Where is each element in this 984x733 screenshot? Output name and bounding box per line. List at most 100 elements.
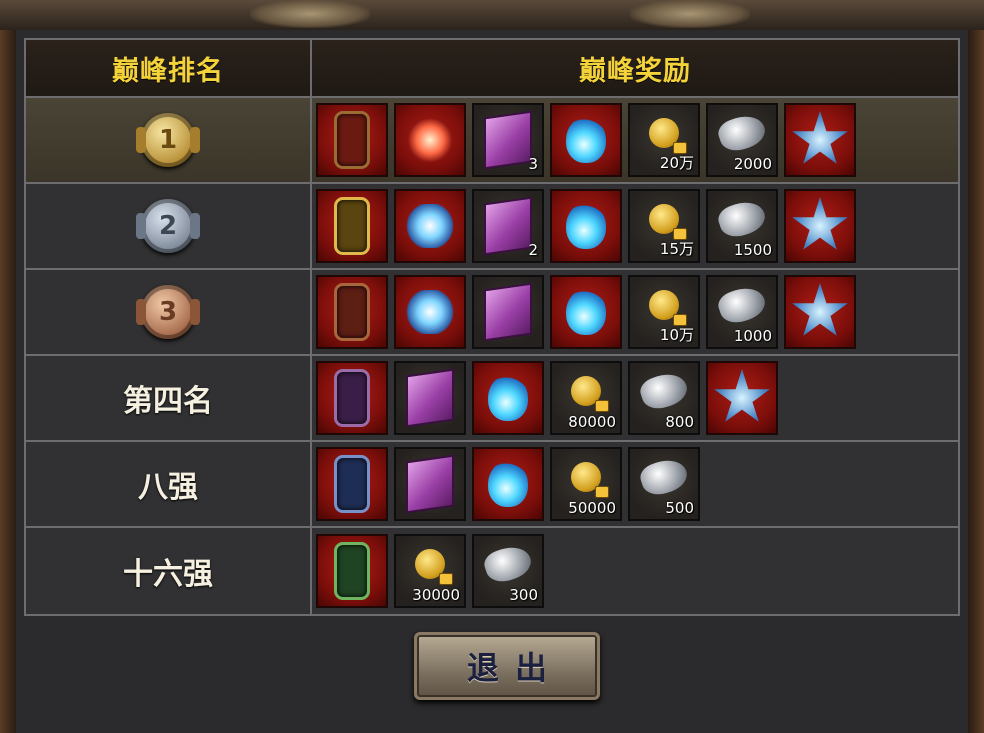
reward-slot[interactable] bbox=[472, 275, 544, 349]
window-top-frame bbox=[0, 0, 984, 32]
reward-slot[interactable]: 10万 bbox=[628, 275, 700, 349]
reward-slot[interactable] bbox=[472, 361, 544, 435]
silver-ore-icon bbox=[637, 368, 691, 414]
blue-flame-icon bbox=[566, 203, 606, 249]
wing-blue-icon bbox=[404, 290, 456, 334]
reward-slot[interactable] bbox=[784, 275, 856, 349]
silver-ore-icon bbox=[715, 110, 769, 156]
rank-cell: 第四名 bbox=[26, 356, 312, 440]
purple-chest-icon bbox=[406, 454, 454, 514]
reward-slot[interactable] bbox=[394, 275, 466, 349]
wing-blue-icon bbox=[404, 204, 456, 248]
gold-medal-icon: 1 bbox=[136, 105, 200, 175]
reward-slot[interactable] bbox=[550, 103, 622, 177]
reward-header: 巅峰奖励 bbox=[579, 55, 691, 87]
reward-quantity: 30000 bbox=[412, 586, 460, 604]
reward-quantity: 500 bbox=[665, 499, 694, 517]
table-row: 十六强 30000 300 bbox=[26, 528, 958, 614]
rank-header-cell: 巅峰排名 bbox=[26, 40, 312, 96]
reward-slot[interactable] bbox=[316, 534, 388, 608]
reward-slot[interactable] bbox=[550, 275, 622, 349]
bound-gold-icon bbox=[415, 549, 453, 585]
window-right-frame bbox=[968, 30, 984, 733]
reward-quantity: 3 bbox=[528, 155, 538, 173]
reward-quantity: 2000 bbox=[733, 155, 772, 173]
title-token-icon bbox=[334, 283, 370, 341]
title-token-icon bbox=[334, 111, 370, 169]
reward-slot[interactable] bbox=[394, 447, 466, 521]
reward-table: 巅峰排名 巅峰奖励 1 3 20万 2000 2 2 15万 1500 3 10万 1000 第四名 8… bbox=[24, 38, 960, 616]
reward-slot[interactable]: 2000 bbox=[706, 103, 778, 177]
reward-slot[interactable] bbox=[784, 103, 856, 177]
reward-header-cell: 巅峰奖励 bbox=[312, 40, 958, 96]
bound-gold-icon bbox=[649, 290, 687, 326]
reward-slot[interactable] bbox=[472, 447, 544, 521]
reward-slot[interactable]: 3 bbox=[472, 103, 544, 177]
reward-slot[interactable]: 800 bbox=[628, 361, 700, 435]
reward-quantity: 20万 bbox=[659, 154, 694, 172]
title-token-icon bbox=[334, 455, 370, 513]
window-left-frame bbox=[0, 30, 16, 733]
rank-number: 2 bbox=[141, 199, 195, 253]
reward-slot[interactable] bbox=[316, 361, 388, 435]
table-row: 3 10万 1000 bbox=[26, 270, 958, 356]
reward-slot[interactable] bbox=[784, 189, 856, 263]
table-row: 第四名 80000 800 bbox=[26, 356, 958, 442]
reward-slot[interactable]: 80000 bbox=[550, 361, 622, 435]
reward-slot[interactable]: 1000 bbox=[706, 275, 778, 349]
bound-gold-icon bbox=[571, 462, 609, 498]
reward-quantity: 50000 bbox=[568, 499, 616, 517]
reward-slot[interactable]: 300 bbox=[472, 534, 544, 608]
silver-ore-icon bbox=[481, 541, 535, 587]
reward-quantity: 1500 bbox=[733, 241, 772, 259]
exit-button[interactable]: 退出 bbox=[414, 632, 600, 700]
bound-gold-icon bbox=[649, 204, 687, 240]
reward-slot[interactable] bbox=[316, 447, 388, 521]
table-row: 八强 50000 500 bbox=[26, 442, 958, 528]
reward-cell: 3 20万 2000 bbox=[312, 98, 958, 182]
reward-slot[interactable] bbox=[550, 189, 622, 263]
reward-quantity: 10万 bbox=[659, 326, 694, 344]
star-emblem-icon bbox=[714, 369, 770, 422]
silver-medal-icon: 2 bbox=[136, 191, 200, 261]
bound-gold-icon bbox=[571, 376, 609, 412]
wing-red-icon bbox=[404, 118, 456, 162]
reward-slot[interactable]: 50000 bbox=[550, 447, 622, 521]
reward-slot[interactable]: 2 bbox=[472, 189, 544, 263]
reward-quantity: 800 bbox=[665, 413, 694, 431]
reward-slot[interactable] bbox=[706, 361, 778, 435]
reward-cell: 10万 1000 bbox=[312, 270, 958, 354]
purple-chest-icon bbox=[484, 282, 532, 342]
reward-cell: 30000 300 bbox=[312, 528, 958, 614]
lock-icon bbox=[439, 573, 453, 585]
reward-slot[interactable]: 30000 bbox=[394, 534, 466, 608]
purple-chest-icon bbox=[484, 110, 532, 170]
table-row: 2 2 15万 1500 bbox=[26, 184, 958, 270]
reward-slot[interactable] bbox=[394, 361, 466, 435]
title-token-icon bbox=[334, 369, 370, 427]
reward-slot[interactable] bbox=[394, 189, 466, 263]
rank-cell: 2 bbox=[26, 184, 312, 268]
reward-slot[interactable] bbox=[316, 275, 388, 349]
reward-slot[interactable]: 1500 bbox=[706, 189, 778, 263]
reward-slot[interactable]: 500 bbox=[628, 447, 700, 521]
rank-header: 巅峰排名 bbox=[112, 55, 224, 87]
table-body: 1 3 20万 2000 2 2 15万 1500 3 10万 1000 第四名 80000 800 八强 5… bbox=[26, 98, 958, 614]
reward-quantity: 300 bbox=[509, 586, 538, 604]
reward-slot[interactable]: 20万 bbox=[628, 103, 700, 177]
lock-icon bbox=[595, 486, 609, 498]
reward-slot[interactable] bbox=[316, 189, 388, 263]
reward-cell: 2 15万 1500 bbox=[312, 184, 958, 268]
rank-cell: 3 bbox=[26, 270, 312, 354]
table-header: 巅峰排名 巅峰奖励 bbox=[26, 40, 958, 98]
rank-cell: 十六强 bbox=[26, 528, 312, 614]
reward-slot[interactable] bbox=[394, 103, 466, 177]
title-token-icon bbox=[334, 197, 370, 255]
blue-flame-icon bbox=[488, 375, 528, 421]
reward-slot[interactable]: 15万 bbox=[628, 189, 700, 263]
reward-slot[interactable] bbox=[316, 103, 388, 177]
rank-label: 八强 bbox=[138, 470, 198, 505]
silver-ore-icon bbox=[715, 196, 769, 242]
ornament-icon bbox=[250, 0, 370, 28]
reward-quantity: 15万 bbox=[659, 240, 694, 258]
